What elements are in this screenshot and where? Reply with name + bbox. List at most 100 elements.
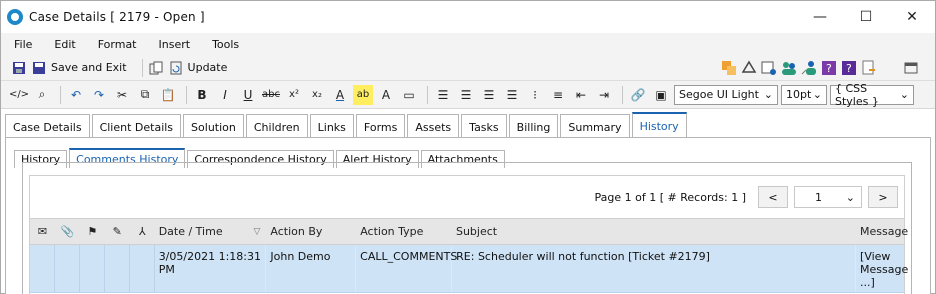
title-bar: Case Details [ 2179 - Open ] — ☐ ✕ <box>1 1 935 33</box>
table-row[interactable]: 3/05/2021 1:18:31 PM John Demo CALL_COMM… <box>30 245 908 293</box>
tab-summary[interactable]: Summary <box>560 114 630 139</box>
find-icon[interactable]: ⌕ <box>32 85 52 105</box>
chevron-down-icon: ⌄ <box>845 190 855 204</box>
tab-links[interactable]: Links <box>309 114 354 139</box>
chevron-down-icon: ⌄ <box>899 88 909 101</box>
cell-action-by: John Demo <box>266 245 357 292</box>
help-icon[interactable]: ? <box>841 60 857 76</box>
chevron-down-icon: ⌄ <box>812 88 822 101</box>
font-size-icon[interactable]: A <box>376 85 396 105</box>
column-header-datetime[interactable]: Date / Time ▽ <box>155 218 267 245</box>
horizontal-rule-icon[interactable]: ▭ <box>399 85 419 105</box>
underline-icon[interactable]: U <box>238 85 258 105</box>
strikethrough-icon[interactable]: abc <box>261 85 281 105</box>
justify-icon[interactable]: ☰ <box>502 85 522 105</box>
column-header-message[interactable]: Message <box>856 218 908 245</box>
column-header-action-type[interactable]: Action Type <box>356 218 452 245</box>
page-select[interactable]: 1 ⌄ <box>794 186 862 208</box>
format-toolbar: </> ⌕ ↶ ↷ ✂ ⧉ 📋 B I U abc x² x₂ A ab A ▭… <box>1 81 935 109</box>
pager-summary: Page 1 of 1 [ # Records: 1 ] <box>594 190 746 204</box>
next-page-button[interactable]: > <box>868 186 898 208</box>
paperclip-icon[interactable]: 📎 <box>55 218 80 245</box>
menu-file[interactable]: File <box>7 38 39 51</box>
maximize-button[interactable]: ☐ <box>843 1 889 33</box>
flag-icon[interactable]: ⚑ <box>80 218 105 245</box>
pager: Page 1 of 1 [ # Records: 1 ] < 1 ⌄ > <box>30 176 904 218</box>
italic-icon[interactable]: I <box>215 85 235 105</box>
align-center-icon[interactable]: ☰ <box>456 85 476 105</box>
menu-tools[interactable]: Tools <box>205 38 246 51</box>
align-left-icon[interactable]: ☰ <box>433 85 453 105</box>
restore-window-icon[interactable] <box>903 60 919 76</box>
copy-document-icon[interactable] <box>148 60 164 76</box>
highlight-icon[interactable]: ab <box>353 84 373 105</box>
tab-case-details[interactable]: Case Details <box>5 114 90 139</box>
link-icon[interactable]: 🔗 <box>628 85 648 105</box>
tab-billing[interactable]: Billing <box>508 114 559 139</box>
tab-children[interactable]: Children <box>245 114 308 139</box>
note-icon[interactable]: ✎ <box>105 218 130 245</box>
tab-forms[interactable]: Forms <box>355 114 406 139</box>
main-tabs: Case Details Client Details Solution Chi… <box>1 109 935 139</box>
copy-icon[interactable]: ⧉ <box>135 85 155 105</box>
person-icon[interactable]: ⅄ <box>130 218 155 245</box>
menu-format[interactable]: Format <box>91 38 144 51</box>
bold-icon[interactable]: B <box>192 85 212 105</box>
document-arrow-icon[interactable] <box>861 60 877 76</box>
paste-icon[interactable]: 📋 <box>158 85 178 105</box>
cell-datetime: 3/05/2021 1:18:31 PM <box>155 245 267 292</box>
font-family-select[interactable]: Segoe UI Light ⌄ <box>674 84 778 105</box>
align-right-icon[interactable]: ☰ <box>479 85 499 105</box>
user-link-icon[interactable] <box>801 60 817 76</box>
tab-assets[interactable]: Assets <box>407 114 460 139</box>
app-logo-icon <box>7 9 23 25</box>
indent-icon[interactable]: ⇥ <box>594 85 614 105</box>
superscript-icon[interactable]: x² <box>284 85 304 105</box>
tab-tasks[interactable]: Tasks <box>461 114 507 139</box>
email-icon[interactable]: ✉ <box>30 218 55 245</box>
main-toolbar: Save and Exit Update ? ? <box>1 55 935 81</box>
column-header-action-by[interactable]: Action By <box>266 218 356 245</box>
update-button[interactable]: Update <box>188 61 228 74</box>
undo-icon[interactable]: ↶ <box>66 85 86 105</box>
css-styles-select[interactable]: { CSS Styles } ⌄ <box>830 82 914 108</box>
merge-icon[interactable] <box>721 60 737 76</box>
cell-subject: RE: Scheduler will not function [Ticket … <box>452 245 857 292</box>
redo-icon[interactable]: ↷ <box>89 85 109 105</box>
filter-icon[interactable]: ▽ <box>254 227 261 237</box>
numbered-list-icon[interactable]: ≡ <box>548 85 568 105</box>
view-message-link[interactable]: [View Message ...] <box>856 245 908 292</box>
case-details-window: Case Details [ 2179 - Open ] — ☐ ✕ File … <box>0 0 936 294</box>
outdent-icon[interactable]: ⇤ <box>571 85 591 105</box>
prev-page-button[interactable]: < <box>758 186 788 208</box>
users-icon[interactable] <box>781 60 797 76</box>
save-and-exit-button[interactable]: Save and Exit <box>51 61 127 74</box>
menu-bar: File Edit Format Insert Tools <box>1 33 935 55</box>
history-panel: History Comments History Correspondence … <box>5 137 931 294</box>
recycle-icon[interactable] <box>741 60 757 76</box>
grid-header: ✉ 📎 ⚑ ✎ ⅄ Date / Time ▽ Action By Action … <box>30 218 908 245</box>
image-icon[interactable]: ▣ <box>651 85 671 105</box>
save-icon[interactable] <box>11 60 27 76</box>
menu-insert[interactable]: Insert <box>152 38 198 51</box>
update-icon[interactable] <box>168 60 184 76</box>
font-color-icon[interactable]: A <box>330 85 350 105</box>
font-size-select[interactable]: 10pt ⌄ <box>781 84 827 105</box>
calendar-clock-icon[interactable] <box>761 60 777 76</box>
help-purple-icon[interactable]: ? <box>821 60 837 76</box>
save-and-exit-icon[interactable] <box>31 60 47 76</box>
bullet-list-icon[interactable]: ⁝ <box>525 85 545 105</box>
tab-history[interactable]: History <box>631 112 687 139</box>
menu-edit[interactable]: Edit <box>47 38 82 51</box>
window-title: Case Details [ 2179 - Open ] <box>29 10 205 24</box>
minimize-button[interactable]: — <box>797 1 843 33</box>
tab-client-details[interactable]: Client Details <box>91 114 182 139</box>
html-source-icon[interactable]: </> <box>9 85 29 105</box>
cut-icon[interactable]: ✂ <box>112 85 132 105</box>
tab-solution[interactable]: Solution <box>183 114 244 139</box>
close-button[interactable]: ✕ <box>889 1 935 33</box>
column-header-subject[interactable]: Subject <box>452 218 856 245</box>
svg-text:?: ? <box>826 62 832 75</box>
subscript-icon[interactable]: x₂ <box>307 85 327 105</box>
svg-text:?: ? <box>846 62 852 75</box>
